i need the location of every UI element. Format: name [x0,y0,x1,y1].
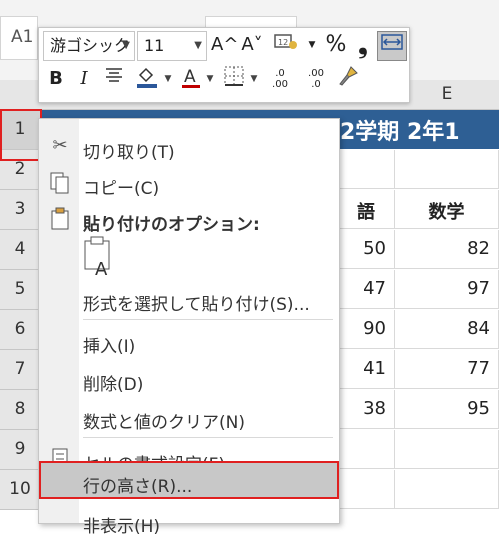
menu-item-clear-contents[interactable]: 数式と値のクリア(N) [39,399,339,437]
grow-font-button[interactable]: A^ [211,31,238,59]
paste-values-button[interactable]: A [79,235,119,283]
menu-separator [83,437,333,438]
table-cell[interactable]: 41 [338,350,395,389]
menu-item-hide[interactable]: 非表示(H) [39,503,339,541]
row-header-4[interactable]: 4 [0,230,41,270]
paste-clipboard-a-icon: A [84,236,110,280]
fill-color-button[interactable] [133,65,161,93]
table-header-cell[interactable]: 数学 [395,190,499,229]
fill-bucket-icon [137,67,157,88]
scissors-icon: ✂ [52,135,68,156]
row-header-9[interactable]: 9 [0,430,41,470]
bold-button[interactable]: B [45,65,67,93]
svg-text:12: 12 [278,38,288,47]
table-cell[interactable]: 82 [395,230,499,269]
decrease-decimal-button[interactable]: .00 .0 [301,65,331,96]
row-header-8[interactable]: 8 [0,390,41,430]
menu-item-copy[interactable]: コピー(C) [39,165,339,203]
number-format-icon: 12 [274,34,297,49]
menu-item-cut[interactable]: ✂ 切り取り(T) [39,129,339,167]
table-cell[interactable] [395,430,499,469]
font-color-button[interactable]: A [179,65,203,93]
number-format-button[interactable]: 12 [269,31,303,59]
merge-cells-icon [381,34,403,50]
font-name-dropdown[interactable]: 游ゴシック ▼ [43,31,135,61]
name-box[interactable]: A1 [0,16,38,60]
table-cell[interactable]: 77 [395,350,499,389]
table-cell[interactable] [395,150,499,189]
row-header-5[interactable]: 5 [0,270,41,310]
font-color-icon: A [182,67,200,88]
select-all-corner[interactable] [0,80,41,110]
table-cell[interactable]: 50 [338,230,395,269]
mini-toolbar: 游ゴシック ▼ 11 ▼ A^ A˅ 12 ▼ % ❟ B I ▼ A ▼ ▼ … [38,27,410,103]
chevron-down-icon[interactable]: ▼ [305,31,319,59]
table-cell[interactable] [338,150,395,189]
menu-separator [83,319,333,320]
menu-item-insert[interactable]: 挿入(I) [39,323,339,361]
row-header-6[interactable]: 6 [0,310,41,350]
chevron-down-icon[interactable]: ▼ [163,65,173,93]
comma-style-button[interactable]: ❟ [351,31,375,59]
align-center-icon [106,68,122,82]
paintbrush-icon [339,66,358,86]
format-painter-button[interactable] [335,65,361,93]
table-cell[interactable]: 95 [395,390,499,429]
copy-icon [47,171,73,197]
chevron-down-icon: ▼ [194,40,202,51]
table-cell[interactable]: 97 [395,270,499,309]
menu-item-paste-special[interactable]: 形式を選択して貼り付け(S)... [39,281,339,319]
row-header-10[interactable]: 10 [0,470,41,510]
table-cell[interactable]: 38 [338,390,395,429]
table-cell[interactable] [338,430,395,469]
svg-text:A: A [95,259,108,279]
column-header-e[interactable]: E [395,80,499,110]
increase-decimal-button[interactable]: .0 .00 [265,65,295,96]
clipboard-icon [47,207,73,233]
chevron-down-icon[interactable]: ▼ [205,65,215,93]
percent-button[interactable]: % [323,31,349,59]
menu-section-paste-options: 貼り付けのオプション: [39,201,339,239]
menu-item-delete[interactable]: 削除(D) [39,361,339,399]
row-header-3[interactable]: 3 [0,190,41,230]
table-cell[interactable] [395,470,499,509]
table-cell[interactable] [338,470,395,509]
mini-toolbar-row-1: 游ゴシック ▼ 11 ▼ A^ A˅ 12 ▼ % ❟ [39,31,409,65]
chevron-down-icon[interactable]: ▼ [249,65,259,93]
selected-row-highlight [0,109,42,161]
italic-button[interactable]: I [73,65,95,93]
table-cell[interactable]: 47 [338,270,395,309]
shrink-font-button[interactable]: A˅ [239,31,265,59]
svg-text:A: A [184,67,196,87]
borders-icon [224,66,244,86]
table-cell[interactable]: 84 [395,310,499,349]
menu-item-row-height[interactable]: 行の高さ(R)... [39,461,339,499]
mini-toolbar-row-2: B I ▼ A ▼ ▼ .0 .00 .00 .0 [39,65,409,99]
context-menu: ✂ 切り取り(T) コピー(C) 貼り付けのオプション: A 形式を選択して貼り… [38,118,340,537]
borders-button[interactable] [221,65,247,93]
chevron-down-icon: ▼ [122,40,130,51]
merge-center-button[interactable] [377,31,407,61]
align-center-button[interactable] [101,65,127,93]
table-cell[interactable]: 90 [338,310,395,349]
font-size-dropdown[interactable]: 11 ▼ [137,31,207,61]
table-header-cell[interactable]: 語 [338,190,395,229]
row-header-7[interactable]: 7 [0,350,41,390]
